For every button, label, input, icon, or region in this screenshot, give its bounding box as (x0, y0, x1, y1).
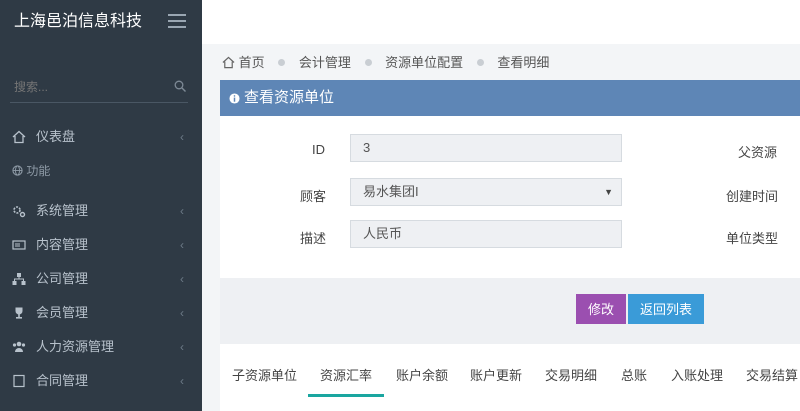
desc-field[interactable]: 人民币 (350, 220, 622, 248)
sidebar-item-label: 内容管理 (36, 237, 89, 252)
parent-resource-label: 父资源 (738, 145, 778, 160)
breadcrumb-accounting[interactable]: 会计管理 (299, 53, 351, 73)
tab-settlement[interactable]: 交易结算 (746, 362, 798, 394)
sidebar-item-label: 系统管理 (36, 203, 89, 218)
chevron-left-icon: ‹ (180, 130, 184, 144)
customer-select[interactable]: 易水集团I ▼ (350, 178, 622, 206)
id-label: ID (312, 142, 325, 157)
customer-select-value: 易水集团I (363, 184, 419, 199)
contract-icon (13, 374, 25, 388)
gears-icon (13, 206, 26, 218)
sidebar-item-contracts[interactable]: 合同管理 ‹ (0, 364, 202, 398)
sidebar-section-label: 功能 (12, 162, 50, 179)
chevron-left-icon: ‹ (180, 306, 184, 320)
tab-sub-resource-units[interactable]: 子资源单位 (232, 362, 297, 394)
breadcrumb-separator (364, 59, 372, 67)
chevron-left-icon: ‹ (180, 340, 184, 354)
search-input[interactable] (12, 79, 166, 95)
id-field[interactable]: 3 (350, 134, 622, 162)
page-title: 查看资源单位 (244, 89, 335, 106)
panel-header: 查看资源单位 (220, 80, 800, 116)
customer-label: 顾客 (300, 189, 327, 204)
detail-form: ID 3 顾客 易水集团I ▼ 描述 人民币 父资源 创建时间 单位类型 (220, 116, 800, 278)
home-icon (12, 130, 26, 144)
desc-label: 描述 (300, 231, 327, 246)
tab-account-balance[interactable]: 账户余额 (396, 362, 448, 394)
brand-title: 上海邑泊信息科技 (14, 13, 143, 30)
breadcrumb-separator (278, 59, 286, 67)
section-label-text: 功能 (26, 164, 51, 178)
breadcrumb-current: 查看明细 (497, 54, 550, 70)
brand-bar: 上海邑泊信息科技 (0, 0, 202, 44)
sidebar-item-hr[interactable]: 人力资源管理 ‹ (0, 330, 202, 364)
tab-account-updates[interactable]: 账户更新 (470, 362, 522, 394)
unit-type-label: 单位类型 (726, 231, 779, 246)
breadcrumb: 首页 会计管理 资源单位配置 查看明细 (222, 52, 549, 72)
caret-down-icon: ▼ (604, 187, 613, 197)
sidebar: 仪表盘 ‹ 功能 系统管理 ‹ 内容管理 ‹ 公司管理 ‹ 会员管理 ‹ 人力资… (0, 44, 202, 411)
globe-icon (12, 165, 23, 176)
breadcrumb-home[interactable]: 首页 (239, 53, 265, 73)
menu-toggle-icon[interactable] (168, 14, 186, 28)
sidebar-item-label: 合同管理 (36, 373, 89, 388)
content-icon (12, 240, 26, 250)
sidebar-item-content[interactable]: 内容管理 ‹ (0, 228, 202, 262)
sidebar-item-label: 会员管理 (36, 305, 89, 320)
sidebar-item-company[interactable]: 公司管理 ‹ (0, 262, 202, 296)
breadcrumb-separator (476, 59, 484, 67)
tab-transaction-details[interactable]: 交易明细 (545, 362, 597, 394)
breadcrumb-resource-config[interactable]: 资源单位配置 (385, 53, 463, 73)
sidebar-item-system[interactable]: 系统管理 ‹ (0, 194, 202, 228)
chevron-left-icon: ‹ (180, 272, 184, 286)
main-content: 首页 会计管理 资源单位配置 查看明细 查看资源单位 ID 3 顾客 易水集团I… (202, 44, 800, 411)
edit-button[interactable]: 修改 (576, 294, 626, 324)
org-icon (12, 273, 26, 285)
home-icon (222, 53, 235, 73)
users-icon (12, 341, 26, 352)
created-time-label: 创建时间 (726, 189, 779, 204)
tab-bar: 子资源单位 资源汇率 账户余额 账户更新 交易明细 总账 入账处理 交易结算 (220, 344, 800, 411)
trophy-icon (15, 307, 23, 319)
search-icon[interactable] (174, 80, 186, 92)
tab-resource-rates[interactable]: 资源汇率 (308, 362, 385, 397)
chevron-left-icon: ‹ (180, 374, 184, 388)
chevron-left-icon: ‹ (180, 238, 184, 252)
tab-posting[interactable]: 入账处理 (671, 362, 723, 394)
info-icon (229, 93, 240, 104)
sidebar-item-dashboard[interactable]: 仪表盘 ‹ (0, 120, 202, 154)
action-bar: 修改 返回列表 (220, 278, 800, 344)
sidebar-item-label: 仪表盘 (36, 129, 76, 144)
tab-general-ledger[interactable]: 总账 (621, 362, 647, 394)
sidebar-item-label: 人力资源管理 (36, 339, 115, 354)
back-to-list-button[interactable]: 返回列表 (628, 294, 704, 324)
sidebar-search (10, 74, 188, 103)
sidebar-item-label: 公司管理 (36, 271, 89, 286)
chevron-left-icon: ‹ (180, 204, 184, 218)
sidebar-item-members[interactable]: 会员管理 ‹ (0, 296, 202, 330)
